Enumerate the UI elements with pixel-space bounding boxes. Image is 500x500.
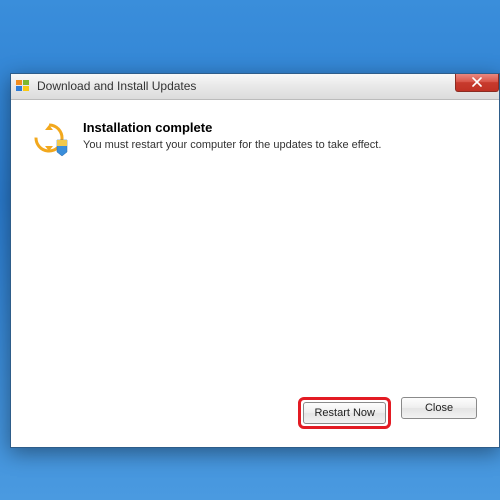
close-button[interactable]: Close bbox=[401, 397, 477, 419]
close-icon bbox=[472, 77, 482, 87]
dialog-content: Installation complete You must restart y… bbox=[11, 100, 499, 447]
close-window-button[interactable] bbox=[455, 74, 499, 92]
restart-instruction-text: You must restart your computer for the u… bbox=[83, 139, 477, 151]
windows-update-icon bbox=[15, 78, 31, 94]
dialog-window: Download and Install Updates Installatio… bbox=[10, 73, 500, 448]
update-shield-icon bbox=[33, 122, 69, 158]
titlebar: Download and Install Updates bbox=[11, 74, 499, 100]
window-title: Download and Install Updates bbox=[37, 79, 196, 93]
message-block: Installation complete You must restart y… bbox=[83, 120, 477, 158]
content-top: Installation complete You must restart y… bbox=[33, 120, 477, 158]
restart-highlight: Restart Now bbox=[298, 397, 391, 429]
restart-now-button[interactable]: Restart Now bbox=[303, 402, 386, 424]
installation-complete-heading: Installation complete bbox=[83, 120, 477, 135]
button-row: Restart Now Close bbox=[33, 387, 477, 429]
